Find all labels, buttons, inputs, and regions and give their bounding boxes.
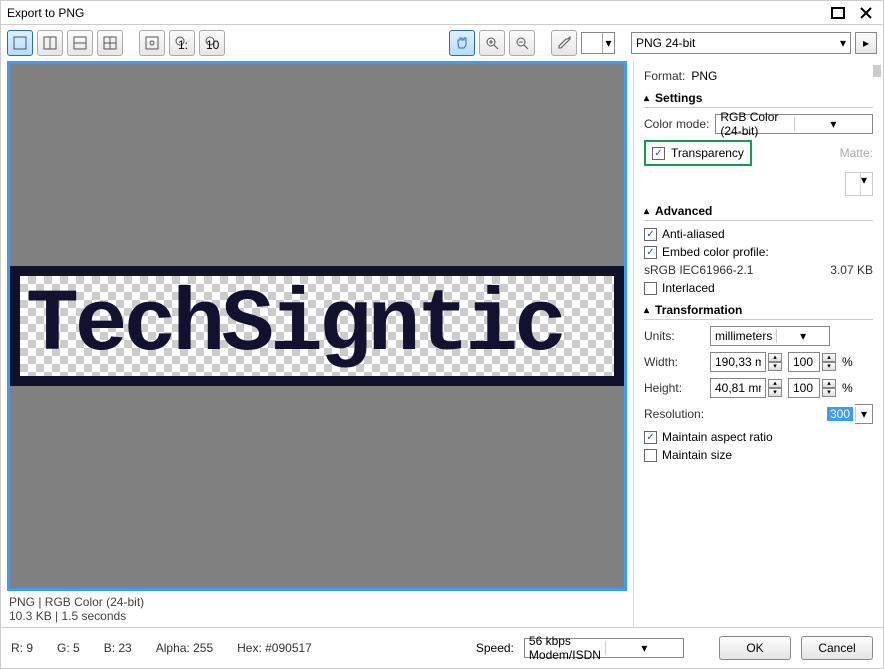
- spin-buttons[interactable]: ▴▾: [822, 379, 836, 397]
- matte-swatch[interactable]: ▾: [845, 172, 873, 196]
- profile-name: sRGB IEC61966-2.1: [644, 263, 753, 277]
- chevron-down-icon[interactable]: ▾: [602, 33, 614, 53]
- zoom-fit-button[interactable]: [139, 30, 165, 56]
- matte-label: Matte:: [840, 146, 873, 160]
- preview-canvas[interactable]: TechSigntic: [7, 61, 627, 591]
- chevron-down-icon: ▾: [860, 173, 872, 195]
- pan-tool-button[interactable]: [449, 30, 475, 56]
- height-input[interactable]: [710, 378, 766, 398]
- window-title: Export to PNG: [7, 6, 84, 20]
- chevron-down-icon: ▾: [776, 329, 829, 343]
- chevron-up-icon: ▴: [644, 305, 649, 316]
- profile-size: 3.07 KB: [830, 263, 873, 277]
- transformation-header[interactable]: ▴Transformation: [644, 303, 873, 320]
- scrollbar[interactable]: [873, 65, 881, 77]
- color-well[interactable]: ▾: [581, 32, 615, 54]
- format-label: Format:: [644, 69, 685, 83]
- color-mode-dropdown[interactable]: RGB Color (24-bit)▾: [715, 114, 873, 134]
- title-bar: Export to PNG: [1, 1, 883, 25]
- zoom-100-button[interactable]: 100: [199, 30, 225, 56]
- interlaced-checkbox[interactable]: [644, 282, 657, 295]
- close-button[interactable]: [855, 5, 877, 21]
- embed-profile-checkbox[interactable]: [644, 246, 657, 259]
- resolution-dropdown[interactable]: ▾: [855, 404, 873, 424]
- pct-symbol: %: [842, 355, 853, 369]
- pixel-alpha: Alpha: 255: [156, 641, 213, 655]
- spin-buttons[interactable]: ▴▾: [822, 353, 836, 371]
- units-label: Units:: [644, 329, 704, 343]
- advanced-header[interactable]: ▴Advanced: [644, 204, 873, 221]
- layout-split-v-button[interactable]: [37, 30, 63, 56]
- eyedropper-button[interactable]: [551, 30, 577, 56]
- preset-next-button[interactable]: ▸: [855, 32, 877, 54]
- chevron-down-icon: ▾: [605, 641, 683, 655]
- layout-single-button[interactable]: [7, 30, 33, 56]
- height-pct-input[interactable]: [788, 378, 820, 398]
- zoom-1to1-button[interactable]: 1:1: [169, 30, 195, 56]
- format-dropdown[interactable]: PNG 24-bit ▾: [631, 32, 851, 54]
- svg-text:100: 100: [206, 38, 219, 50]
- units-dropdown[interactable]: millimeters▾: [710, 326, 830, 346]
- format-value: PNG: [691, 69, 717, 83]
- toolbar: 1:1 100 ▾ PNG 24-bit ▾ ▸: [1, 25, 883, 61]
- resolution-input[interactable]: 300: [827, 407, 853, 421]
- artwork-text: TechSigntic: [20, 276, 614, 376]
- chevron-down-icon: ▾: [794, 117, 872, 131]
- pixel-hex: Hex: #090517: [237, 641, 312, 655]
- maintain-size-checkbox[interactable]: [644, 449, 657, 462]
- width-label: Width:: [644, 355, 704, 369]
- chevron-down-icon: ▾: [840, 36, 846, 50]
- pixel-g: G: 5: [57, 641, 80, 655]
- resolution-label: Resolution:: [644, 407, 704, 421]
- maximize-button[interactable]: [827, 5, 849, 21]
- maintain-aspect-checkbox[interactable]: [644, 431, 657, 444]
- width-pct-input[interactable]: [788, 352, 820, 372]
- zoom-in-button[interactable]: [479, 30, 505, 56]
- zoom-out-button[interactable]: [509, 30, 535, 56]
- settings-header[interactable]: ▴Settings: [644, 91, 873, 108]
- transparency-highlight: Transparency: [644, 140, 752, 166]
- antialiased-checkbox[interactable]: [644, 228, 657, 241]
- settings-panel: Format: PNG ▴Settings Color mode: RGB Co…: [633, 61, 883, 627]
- cancel-button[interactable]: Cancel: [801, 636, 873, 660]
- maintain-size-label: Maintain size: [662, 448, 732, 462]
- artwork: TechSigntic: [10, 266, 624, 386]
- status-size-time: 10.3 KB | 1.5 seconds: [9, 609, 625, 623]
- spin-buttons[interactable]: ▴▾: [768, 353, 782, 371]
- color-mode-label: Color mode:: [644, 117, 709, 131]
- transparency-label: Transparency: [671, 146, 744, 160]
- speed-label: Speed:: [476, 641, 514, 655]
- embed-profile-label: Embed color profile:: [662, 245, 769, 259]
- interlaced-label: Interlaced: [662, 281, 715, 295]
- status-format: PNG | RGB Color (24-bit): [9, 595, 625, 609]
- height-label: Height:: [644, 381, 704, 395]
- speed-dropdown[interactable]: 56 kbps Modem/ISDN▾: [524, 638, 684, 658]
- pixel-b: B: 23: [104, 641, 132, 655]
- width-input[interactable]: [710, 352, 766, 372]
- footer-bar: R: 9 G: 5 B: 23 Alpha: 255 Hex: #090517 …: [1, 627, 883, 668]
- transparency-checkbox[interactable]: [652, 147, 665, 160]
- antialiased-label: Anti-aliased: [662, 227, 725, 241]
- chevron-up-icon: ▴: [644, 206, 649, 217]
- chevron-up-icon: ▴: [644, 93, 649, 104]
- pct-symbol: %: [842, 381, 853, 395]
- ok-button[interactable]: OK: [719, 636, 791, 660]
- maintain-aspect-label: Maintain aspect ratio: [662, 430, 773, 444]
- spin-buttons[interactable]: ▴▾: [768, 379, 782, 397]
- layout-quad-button[interactable]: [97, 30, 123, 56]
- pixel-r: R: 9: [11, 641, 33, 655]
- svg-text:1:1: 1:1: [178, 38, 189, 50]
- format-dropdown-value: PNG 24-bit: [636, 36, 695, 50]
- layout-split-h-button[interactable]: [67, 30, 93, 56]
- chevron-down-icon: ▾: [855, 407, 872, 421]
